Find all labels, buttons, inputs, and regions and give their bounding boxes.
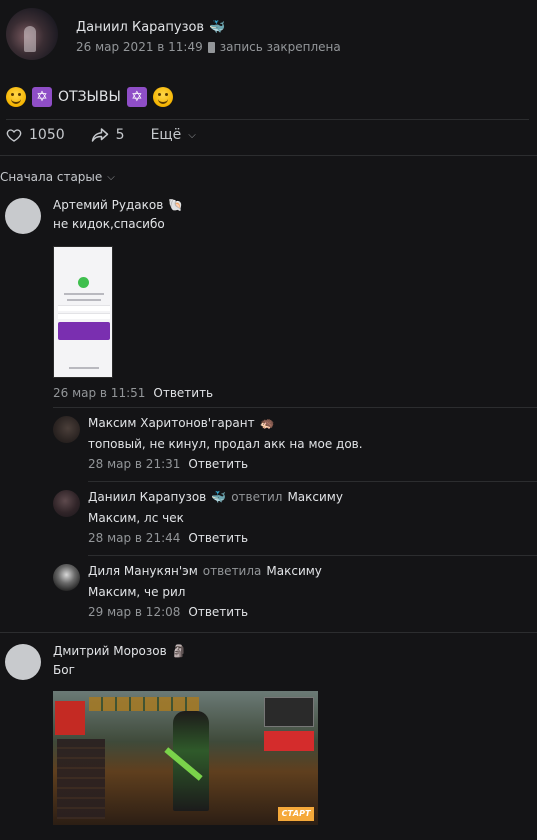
whale-icon: 🐳: [209, 20, 226, 35]
checkmark-icon: [78, 277, 89, 288]
share-arrow-icon: [91, 128, 108, 142]
comment-author[interactable]: Диля Манукян'эм ответила Максиму: [88, 564, 322, 578]
comment-author-name[interactable]: Даниил Карапузов: [88, 490, 206, 504]
comment-text: Бог: [53, 663, 75, 677]
divider: [53, 407, 537, 408]
replied-to-link[interactable]: Максиму: [287, 490, 343, 504]
comment-author[interactable]: Артемий Рудаков 🐚: [53, 198, 183, 212]
post-subline: 26 мар 2021 в 11:49 запись закреплена: [76, 40, 341, 54]
comment-text: топовый, не кинул, продал акк на мое дов…: [88, 437, 363, 451]
sort-label: Сначала старые: [0, 170, 103, 184]
post-author[interactable]: Даниил Карапузов 🐳: [76, 20, 341, 35]
game-banner: [55, 701, 85, 735]
heart-icon: [6, 129, 22, 142]
reply-button[interactable]: Ответить: [188, 457, 248, 471]
post-text: ✡ ОТЗЫВЫ ✡: [6, 87, 173, 107]
reply-button[interactable]: Ответить: [153, 386, 213, 400]
game-panel: [264, 731, 314, 751]
pin-icon: [207, 41, 215, 53]
comment: Артемий Рудаков 🐚 не кидок,спасибо: [5, 198, 183, 234]
comment-author-name[interactable]: Максим Харитонов'гарант: [88, 416, 255, 430]
shell-icon: 🐚: [168, 198, 184, 212]
post-text-content: ОТЗЫВЫ: [58, 89, 121, 105]
replied-word: ответил: [231, 490, 283, 504]
post-meta: Даниил Карапузов 🐳 26 мар 2021 в 11:49 з…: [76, 20, 341, 54]
game-start-button: СТАРТ: [278, 807, 314, 821]
text-line: [64, 293, 104, 295]
comment-reply: Максим Харитонов'гарант 🦔 топовый, не ки…: [53, 416, 363, 471]
comment: Дмитрий Морозов 🗿 Бог: [5, 644, 187, 680]
post-actions: 1050 5 Ещё ⌵: [6, 127, 222, 143]
list-row: [58, 305, 110, 311]
game-menu: [57, 739, 105, 819]
comment-author-name[interactable]: Диля Манукян'эм: [88, 564, 198, 578]
replied-to-link[interactable]: Максиму: [266, 564, 322, 578]
comment-footer-row: 26 мар в 11:51 Ответить: [53, 386, 213, 400]
comment-text: не кидок,спасибо: [53, 217, 165, 231]
screenshot-attachment[interactable]: [53, 246, 113, 378]
smile-emoji-icon: [6, 87, 26, 107]
more-button[interactable]: Ещё ⌵: [151, 127, 196, 143]
more-label: Ещё: [150, 127, 182, 143]
text-line: [67, 299, 101, 301]
avatar[interactable]: [53, 416, 80, 443]
avatar[interactable]: [53, 564, 80, 591]
share-count: 5: [115, 127, 125, 143]
comment-author[interactable]: Дмитрий Морозов 🗿: [53, 644, 187, 658]
like-count: 1050: [29, 127, 65, 143]
comment-date[interactable]: 29 мар в 12:08: [88, 605, 180, 619]
moai-icon: 🗿: [171, 644, 187, 658]
comment-text: Максим, лс чек: [88, 511, 184, 525]
divider: [0, 155, 537, 156]
star-of-david-icon: ✡: [32, 87, 52, 107]
divider: [6, 119, 529, 120]
like-button[interactable]: 1050: [6, 127, 65, 143]
comment-author[interactable]: Максим Харитонов'гарант 🦔: [88, 416, 363, 430]
post-header: Даниил Карапузов 🐳 26 мар 2021 в 11:49 з…: [6, 8, 341, 60]
divider: [0, 632, 537, 633]
comment-author[interactable]: Даниил Карапузов 🐳 ответил Максиму: [88, 490, 343, 504]
comment-author-name[interactable]: Артемий Рудаков: [53, 198, 163, 212]
smile-emoji-icon: [152, 87, 173, 107]
chevron-down-icon: ⌵: [107, 171, 115, 183]
reply-button[interactable]: Ответить: [188, 605, 248, 619]
comment-footer: 28 мар в 21:44 Ответить: [88, 531, 343, 545]
avatar[interactable]: [53, 490, 80, 517]
list-row: [58, 313, 110, 319]
comment-date[interactable]: 26 мар в 11:51: [53, 386, 145, 400]
author-avatar[interactable]: [6, 8, 58, 60]
promo-banner: [58, 322, 110, 340]
sort-dropdown[interactable]: Сначала старые ⌵: [0, 170, 115, 184]
whale-icon: 🐳: [211, 490, 227, 504]
comment-text: Максим, че рил: [88, 585, 186, 599]
star-of-david-icon: ✡: [126, 87, 147, 107]
comment-footer: 28 мар в 21:31 Ответить: [88, 457, 363, 471]
reply-button[interactable]: Ответить: [188, 531, 248, 545]
divider: [88, 555, 537, 556]
avatar[interactable]: [5, 198, 41, 234]
comment-date[interactable]: 28 мар в 21:44: [88, 531, 180, 545]
divider: [88, 481, 537, 482]
comment-reply: Даниил Карапузов 🐳 ответил Максиму Макси…: [53, 490, 343, 545]
share-button[interactable]: 5: [91, 127, 125, 143]
pinned-label: запись закреплена: [219, 40, 341, 54]
chevron-down-icon: ⌵: [188, 129, 196, 141]
comment-footer: 29 мар в 12:08 Ответить: [88, 605, 322, 619]
game-topbar: [89, 697, 199, 711]
comment-reply: Диля Манукян'эм ответила Максиму Максим,…: [53, 564, 322, 619]
comment-date[interactable]: 28 мар в 21:31: [88, 457, 180, 471]
post-date[interactable]: 26 мар 2021 в 11:49: [76, 40, 203, 54]
avatar[interactable]: [5, 644, 41, 680]
replied-word: ответила: [202, 564, 262, 578]
wall-post-page: Даниил Карапузов 🐳 26 мар 2021 в 11:49 з…: [0, 0, 537, 840]
game-screenshot-attachment[interactable]: СТАРТ: [53, 691, 318, 825]
post-author-name[interactable]: Даниил Карапузов: [76, 20, 204, 35]
hedgehog-icon: 🦔: [259, 416, 275, 430]
game-panel: [264, 697, 314, 727]
comment-author-name[interactable]: Дмитрий Морозов: [53, 644, 167, 658]
text-line: [69, 367, 99, 369]
